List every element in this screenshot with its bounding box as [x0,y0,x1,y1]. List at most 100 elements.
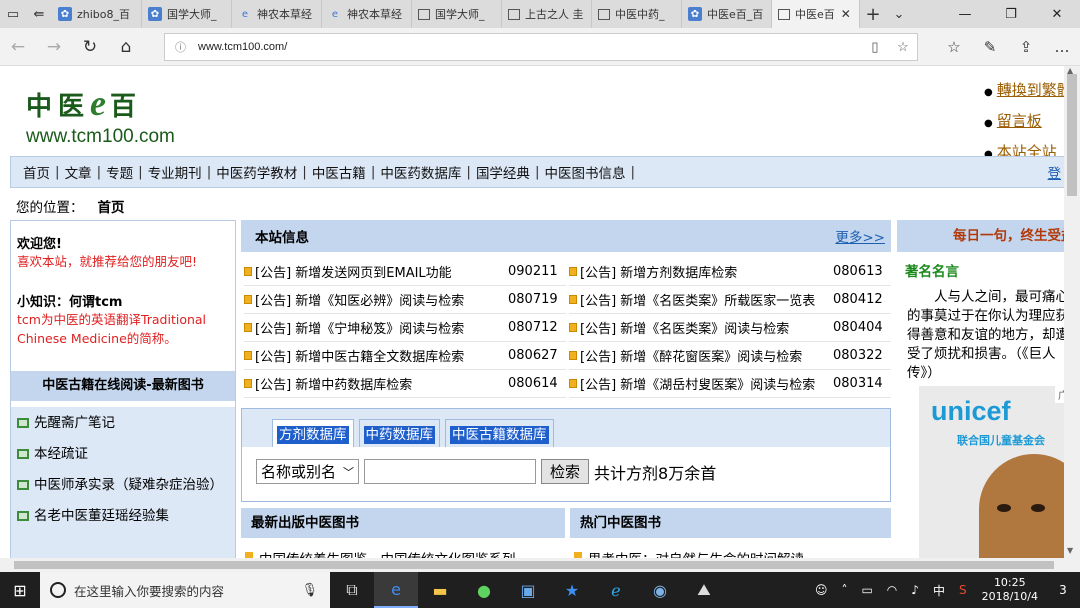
home-icon[interactable]: ⌂ [108,37,144,57]
notice-row[interactable]: [公告] 新增《名医类案》阅读与检索 080404 [569,314,891,342]
bullet-icon [244,323,252,332]
nav-item-articles[interactable]: 文章 [65,162,92,182]
nav-item-classics[interactable]: 中医古籍 [312,162,366,182]
edge-app-icon[interactable]: e [374,572,418,608]
chevron-up-icon[interactable]: ˄ [841,583,847,597]
more-menu-icon[interactable]: … [1044,38,1080,56]
notice-row[interactable]: [公告] 新增中医古籍全文数据库检索 080627 [244,342,566,370]
chevron-down-icon[interactable]: ⌄ [886,0,912,28]
scroll-thumb[interactable] [1067,74,1077,196]
people-icon[interactable]: ☺ [815,583,828,597]
forward-arrow-icon[interactable]: → [36,37,72,57]
login-link[interactable]: 登 [1048,162,1062,182]
search-field-select[interactable]: 名称或别名 ﹀ [256,459,359,484]
unicef-ad[interactable]: unicef 联合国儿童基金会 广 [919,386,1064,558]
notification-center-icon[interactable]: 3 [1046,583,1080,597]
notice-row[interactable]: [公告] 新增方剂数据库检索 080613 [569,258,891,286]
horizontal-scrollbar[interactable] [0,558,1080,572]
list-item[interactable]: 中医师承实录（疑难杂症治验） [17,475,231,496]
taskbar-search[interactable]: 在这里输入你要搜索的内容 🎙 [40,572,330,608]
nav-item-databases[interactable]: 中医药数据库 [380,162,461,182]
breadcrumb-current[interactable]: 首页 [98,200,125,216]
more-link[interactable]: 更多>> [835,226,885,246]
bullet-icon [569,323,577,332]
list-item[interactable]: 思考中医：对自然与生命的时间解读 [570,538,891,558]
nav-item-textbooks[interactable]: 中医药学教材 [216,162,297,182]
globe-app-icon[interactable]: ◉ [638,572,682,608]
ime-indicator[interactable]: 中 [933,582,945,599]
new-books-panel: 最新出版中医图书 中国传统养生图鉴—中国传统文化图鉴系列 [241,508,565,558]
wechat-icon[interactable]: ● [462,572,506,608]
nav-item-home[interactable]: 首页 [23,162,50,182]
info-icon[interactable]: ⓘ [175,39,186,55]
nav-item-journals[interactable]: 专业期刊 [148,162,202,182]
notice-row[interactable]: [公告] 新增中药数据库检索 080614 [244,370,566,398]
browser-tab[interactable]: ✿ 国学大师_ [142,0,232,28]
nav-item-topics[interactable]: 专题 [106,162,133,182]
photos-icon[interactable]: ⛰ [682,572,726,608]
favorite-star-icon[interactable]: ☆ [889,39,917,55]
close-tab-icon[interactable]: ✕ [841,7,851,21]
browser-tab[interactable]: e 神农本草经 [232,0,322,28]
tab-formula-db[interactable]: 方剂数据库 [272,419,354,447]
restore-icon[interactable]: ❐ [988,0,1034,28]
pen-note-icon[interactable]: ✎ [972,38,1008,56]
notice-row[interactable]: [公告] 新增《宁坤秘笈》阅读与检索 080712 [244,314,566,342]
wifi-icon[interactable]: ◠ [887,583,897,597]
list-item[interactable]: 先醒斋广笔记 [17,413,231,434]
reading-view-icon[interactable]: ▯ [861,39,889,55]
browser-tab[interactable]: 中医中药_ [592,0,682,28]
tab-preview-icon[interactable]: ▭ [0,0,26,28]
browser-tab[interactable]: ✿ 中医e百_百 [682,0,772,28]
file-explorer-icon[interactable]: ▬ [418,572,462,608]
search-button[interactable]: 检索 [541,459,590,484]
browser-tab[interactable]: e 神农本草经 [322,0,412,28]
task-view-icon[interactable]: ⧉ [330,572,374,608]
volume-icon[interactable]: ♪ [911,583,919,597]
browser-tab[interactable]: 上古之人 圭 [502,0,592,28]
share-icon[interactable]: ⇪ [1008,38,1044,56]
tab-classics-db[interactable]: 中医古籍数据库 [445,419,554,447]
browser-tab-active[interactable]: 中医e百 ✕ [772,0,860,28]
bullet-icon [569,267,577,276]
search-input[interactable] [364,459,536,484]
vertical-scrollbar[interactable]: ▲ ▼ [1064,66,1080,558]
scroll-down-icon[interactable]: ▼ [1067,546,1073,555]
site-logo[interactable]: 中医e百 www.tcm100.com [26,82,196,148]
browser-tab[interactable]: ✿ zhibo8_百 [52,0,142,28]
tab-herb-db[interactable]: 中药数据库 [358,419,440,447]
notice-row[interactable]: [公告] 新增《醉花窗医案》阅读与检索 080322 [569,342,891,370]
antivirus-icon[interactable]: S [959,583,967,597]
url-field[interactable]: ⓘ www.tcm100.com/ ▯ ☆ [164,33,918,61]
list-item[interactable]: 中国传统养生图鉴—中国传统文化图鉴系列 [241,538,565,558]
bullet-icon [569,351,577,360]
notice-row[interactable]: [公告] 新增《湖岳村叟医案》阅读与检索 080314 [569,370,891,398]
nav-item-guoxue[interactable]: 国学经典 [476,162,530,182]
list-item[interactable]: 名老中医董廷瑶经验集 [17,506,231,527]
refresh-icon[interactable]: ↻ [72,37,108,57]
browser-tab[interactable]: 国学大师_ [412,0,502,28]
traditional-chinese-link[interactable]: 轉換到繁體 [997,81,1064,99]
main-nav: 首页 | 文章 | 专题 | 专业期刊 | 中医药学教材 | 中医古籍 | 中医药数据库 | … [10,156,1064,188]
list-item[interactable]: 本经疏证 [17,444,231,465]
battery-icon[interactable]: ▭ [861,583,872,597]
minimize-icon[interactable]: — [942,0,988,28]
close-window-icon[interactable]: ✕ [1034,0,1080,28]
notice-row[interactable]: [公告] 新增发送网页到EMAIL功能 090211 [244,258,566,286]
control-panel-icon[interactable]: ▣ [506,572,550,608]
new-tab-icon[interactable]: + [860,0,886,28]
ie-icon[interactable]: ℯ [594,572,638,608]
notice-row[interactable]: [公告] 新增《知医必辨》阅读与检索 080719 [244,286,566,314]
tabs-aside-icon[interactable]: ⇚ [26,0,52,28]
favorites-hub-icon[interactable]: ☆ [936,38,972,56]
microphone-icon[interactable]: 🎙 [301,583,318,598]
nav-item-book-info[interactable]: 中医图书信息 [545,162,626,182]
back-arrow-icon[interactable]: ← [0,37,36,57]
windows-start-icon[interactable]: ⊞ [0,572,40,608]
notice-row[interactable]: [公告] 新增《名医类案》所载医家一览表 080412 [569,286,891,314]
scroll-thumb-h[interactable] [14,561,1054,569]
clock[interactable]: 10:25 2018/10/4 [982,576,1038,604]
system-tray: ☺ ˄ ▭ ◠ ♪ 中 S 10:25 2018/10/4 3 [808,576,1080,604]
guestbook-link[interactable]: 留言板 [997,112,1042,130]
pin-app-icon[interactable]: ★ [550,572,594,608]
